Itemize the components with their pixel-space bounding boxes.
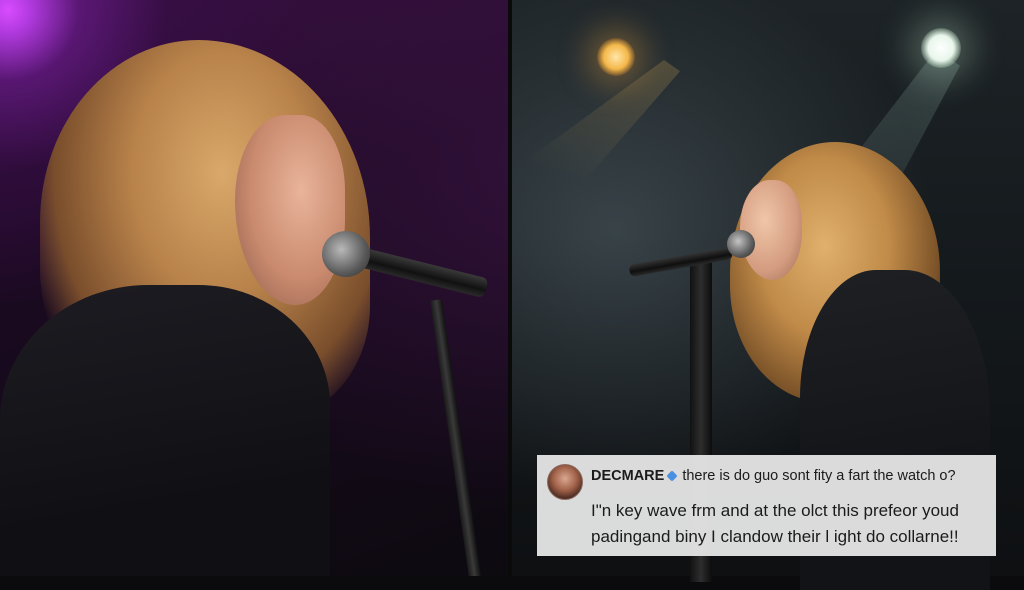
comment-header: DECMARE there is do guo sont fity a fart … [591, 468, 956, 484]
left-photo-panel [0, 0, 508, 576]
comment-headline: there is do guo sont fity a fart the wat… [682, 468, 956, 484]
comment-body: I"n key wave frm and at the olct this pr… [591, 501, 959, 546]
left-singer-shirt [0, 285, 330, 576]
left-microphone-body [357, 247, 489, 299]
right-singer-face [740, 180, 802, 280]
left-microphone-icon [322, 231, 370, 277]
user-avatar-icon[interactable] [547, 464, 583, 500]
right-microphone-icon [727, 230, 755, 258]
comment-username[interactable]: DECMARE [591, 468, 664, 484]
warm-spotlight-icon [597, 38, 635, 76]
social-comment-card: DECMARE there is do guo sont fity a fart … [537, 455, 996, 556]
cool-spotlight-icon [921, 28, 961, 68]
verified-badge-icon [666, 470, 678, 482]
left-mic-stand [430, 299, 483, 576]
